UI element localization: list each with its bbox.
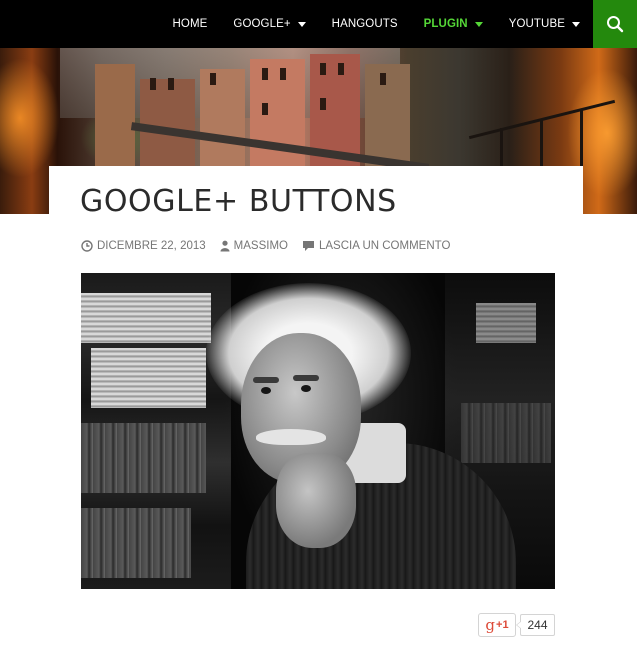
site-navigation: HOME GOOGLE+ HANGOUTS PLUGIN YOUTUBE (0, 0, 637, 48)
nav-item-google-plus[interactable]: GOOGLE+ (220, 0, 318, 48)
search-icon (607, 16, 624, 33)
post-author-link[interactable]: MASSIMO (220, 240, 288, 252)
user-icon (220, 240, 230, 252)
post-author: MASSIMO (233, 240, 288, 252)
nav-item-youtube[interactable]: YOUTUBE (496, 0, 593, 48)
plus-one-label: +1 (496, 618, 509, 631)
nav-item-home[interactable]: HOME (160, 0, 221, 48)
chevron-down-icon (474, 21, 483, 27)
post-date: DICEMBRE 22, 2013 (97, 240, 206, 252)
post-title[interactable]: GOOGLE+ BUTTONS (80, 184, 397, 219)
post-date-link[interactable]: DICEMBRE 22, 2013 (81, 240, 206, 252)
primary-menu: HOME GOOGLE+ HANGOUTS PLUGIN YOUTUBE (160, 0, 594, 48)
chevron-down-icon (297, 21, 306, 27)
nav-item-label: YOUTUBE (508, 18, 565, 30)
leave-comment-link[interactable]: LASCIA UN COMMENTO (302, 240, 450, 252)
google-plus-one-button[interactable]: g +1 (478, 613, 516, 637)
entry-meta: DICEMBRE 22, 2013 MASSIMO LASCIA UN COMM… (81, 240, 464, 252)
nav-item-label: HOME (172, 18, 208, 30)
featured-image[interactable] (81, 273, 555, 589)
search-toggle-button[interactable] (593, 0, 637, 48)
plus-one-count: 244 (516, 614, 555, 636)
chevron-down-icon (572, 21, 580, 27)
nav-item-plugin[interactable]: PLUGIN (411, 0, 496, 48)
clock-icon (81, 240, 93, 252)
google-plus-icon: g (485, 615, 496, 634)
nav-item-label: HANGOUTS (331, 18, 398, 30)
nav-item-hangouts[interactable]: HANGOUTS (319, 0, 411, 48)
comment-icon (302, 240, 315, 252)
leave-comment-label: LASCIA UN COMMENTO (318, 240, 451, 252)
nav-item-label: PLUGIN (423, 18, 468, 30)
nav-item-label: GOOGLE+ (233, 18, 291, 30)
